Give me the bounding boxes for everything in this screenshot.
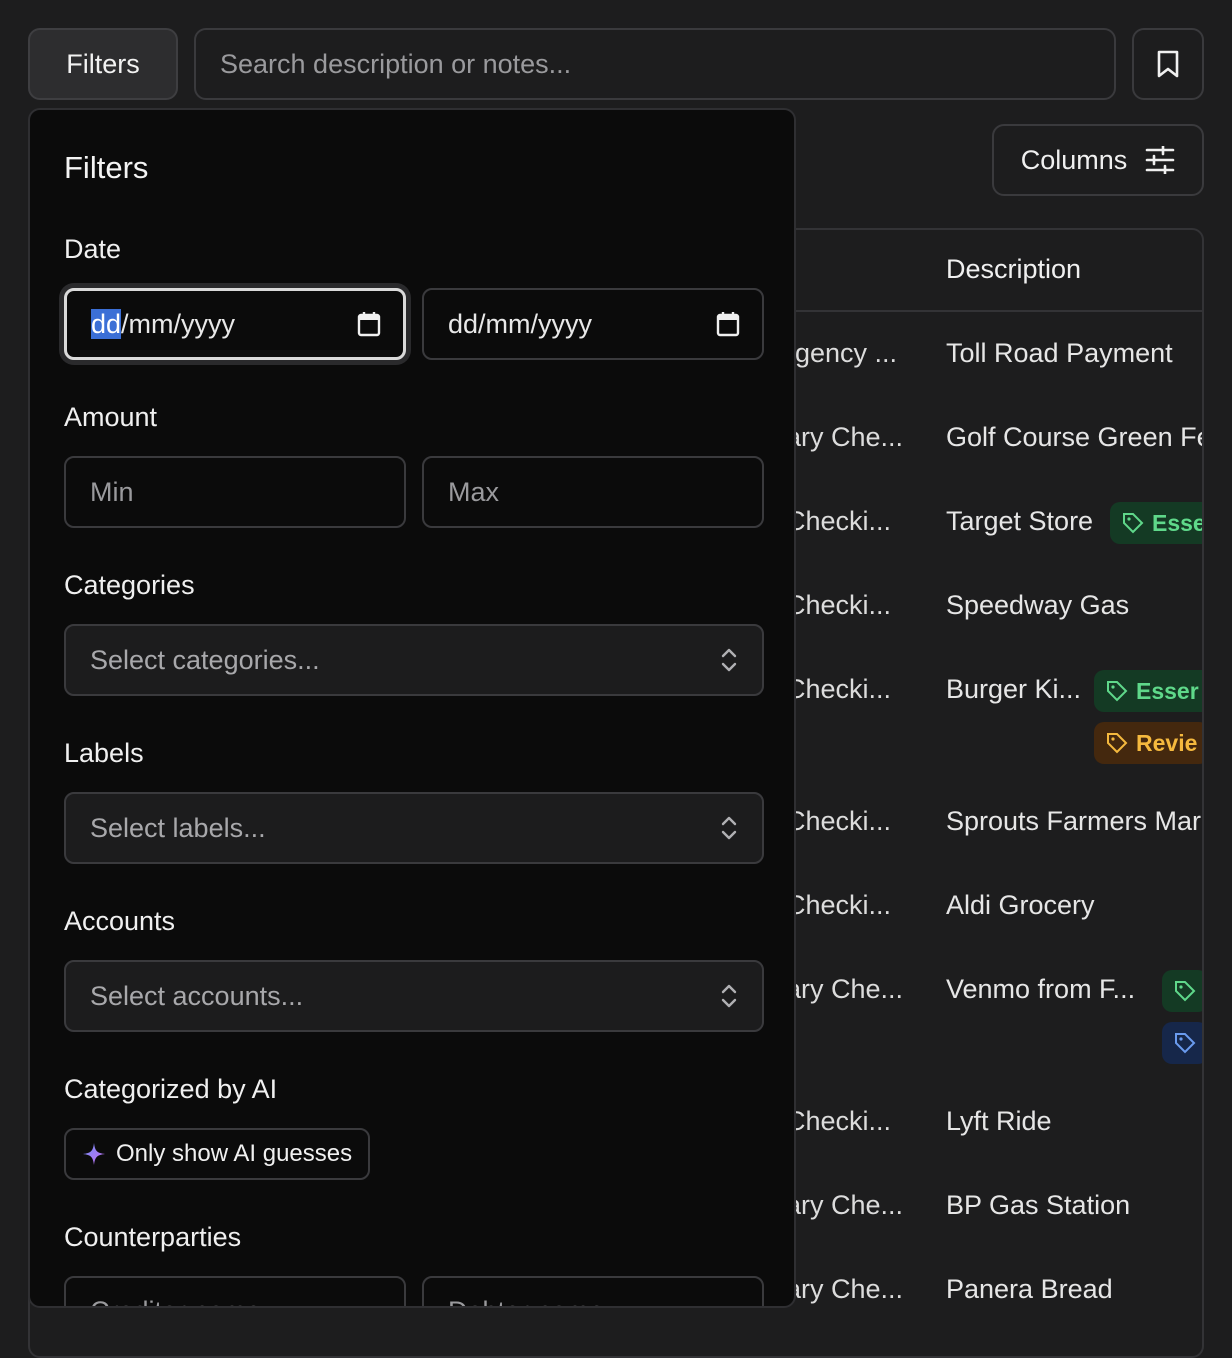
account-cell: ary Che... bbox=[786, 974, 904, 1004]
amount-min-input[interactable]: Min bbox=[64, 456, 406, 528]
columns-label: Columns bbox=[1020, 144, 1128, 175]
tag-icon bbox=[1107, 733, 1128, 754]
ai-guesses-toggle[interactable]: Only show AI guesses bbox=[64, 1128, 371, 1180]
account-cell: Checki... bbox=[786, 806, 892, 836]
description-cell: Panera Bread bbox=[946, 1274, 1113, 1304]
counterparties-label: Counterparties bbox=[64, 1222, 242, 1252]
description-cell: Sprouts Farmers Mar bbox=[946, 806, 1202, 836]
description-cell: BP Gas Station bbox=[946, 1190, 1131, 1220]
creditor-name-input[interactable]: Creditor name bbox=[64, 1276, 406, 1306]
debtor-placeholder: Debtor name bbox=[448, 1296, 604, 1306]
column-header-description[interactable]: Description bbox=[946, 254, 1081, 285]
creditor-placeholder: Creditor name bbox=[90, 1296, 261, 1306]
label-tag[interactable] bbox=[1162, 1022, 1202, 1064]
date-from-value: dd/mm/yyyy bbox=[91, 308, 236, 340]
account-cell: Checki... bbox=[786, 590, 892, 620]
tag-icon bbox=[1175, 1033, 1196, 1054]
account-cell: Checki... bbox=[786, 674, 892, 704]
bookmark-icon bbox=[1157, 50, 1179, 78]
amount-max-placeholder: Max bbox=[448, 476, 500, 507]
label-tag[interactable]: Esser bbox=[1094, 670, 1202, 712]
categories-select[interactable]: Select categories... bbox=[64, 624, 764, 696]
chevron-up-down-icon bbox=[721, 984, 737, 1008]
calendar-icon[interactable] bbox=[357, 311, 381, 337]
amount-min-placeholder: Min bbox=[90, 476, 134, 507]
labels-placeholder: Select labels... bbox=[90, 812, 266, 843]
date-to-input[interactable]: dd/mm/yyyy bbox=[422, 288, 764, 360]
account-cell: ary Che... bbox=[786, 1274, 904, 1304]
ai-label: Categorized by AI bbox=[64, 1074, 278, 1104]
date-from-input[interactable]: dd/mm/yyyy bbox=[64, 288, 406, 360]
categories-label: Categories bbox=[64, 570, 195, 600]
account-cell: ary Che... bbox=[786, 422, 904, 452]
account-cell: Checki... bbox=[786, 890, 892, 920]
search-input[interactable] bbox=[220, 48, 1114, 80]
labels-label: Labels bbox=[64, 738, 144, 768]
label-tag[interactable] bbox=[1162, 970, 1202, 1012]
description-cell: Aldi Grocery bbox=[946, 890, 1095, 920]
bookmark-button[interactable] bbox=[1132, 28, 1204, 100]
label-tag-text: Revie bbox=[1136, 729, 1198, 756]
calendar-icon[interactable] bbox=[716, 311, 740, 337]
description-cell: Speedway Gas bbox=[946, 590, 1130, 620]
sliders-icon bbox=[1145, 146, 1175, 174]
columns-button[interactable]: Columns bbox=[992, 124, 1204, 196]
chevron-up-down-icon bbox=[721, 648, 737, 672]
label-tag[interactable]: Esse bbox=[1110, 502, 1204, 544]
description-cell: Lyft Ride bbox=[946, 1106, 1052, 1136]
accounts-label: Accounts bbox=[64, 906, 176, 936]
label-tag-text: Esse bbox=[1152, 509, 1204, 536]
accounts-placeholder: Select accounts... bbox=[90, 980, 304, 1011]
label-tag[interactable]: Revie bbox=[1094, 722, 1202, 764]
filters-button[interactable]: Filters bbox=[28, 28, 178, 100]
panel-title: Filters bbox=[64, 150, 149, 185]
labels-select[interactable]: Select labels... bbox=[64, 792, 764, 864]
tag-icon bbox=[1175, 981, 1196, 1002]
sparkle-icon bbox=[83, 1143, 105, 1165]
description-cell: Target Store bbox=[946, 506, 1094, 536]
accounts-select[interactable]: Select accounts... bbox=[64, 960, 764, 1032]
account-cell: rgency ... bbox=[786, 338, 898, 368]
date-to-value: dd/mm/yyyy bbox=[448, 308, 593, 339]
debtor-name-input[interactable]: Debtor name bbox=[422, 1276, 764, 1306]
description-cell: Burger Ki... bbox=[946, 674, 1082, 704]
account-cell: Checki... bbox=[786, 506, 892, 536]
amount-max-input[interactable]: Max bbox=[422, 456, 764, 528]
account-cell: Checki... bbox=[786, 1106, 892, 1136]
description-cell: Golf Course Green Fe bbox=[946, 422, 1204, 452]
tag-icon bbox=[1107, 681, 1128, 702]
amount-label: Amount bbox=[64, 402, 158, 432]
account-cell: ary Che... bbox=[786, 1190, 904, 1220]
description-cell: Venmo from F... bbox=[946, 974, 1136, 1004]
description-cell: Toll Road Payment bbox=[946, 338, 1173, 368]
search-box[interactable] bbox=[194, 28, 1116, 100]
date-label: Date bbox=[64, 234, 122, 264]
date-from-day-segment: dd bbox=[91, 308, 122, 339]
filters-panel: Filters Date dd/mm/yyyy dd/mm/yyyy Amoun… bbox=[28, 108, 796, 1308]
tag-icon bbox=[1123, 513, 1144, 534]
chevron-up-down-icon bbox=[721, 816, 737, 840]
label-tag-text: Esser bbox=[1136, 677, 1199, 704]
ai-guesses-label: Only show AI guesses bbox=[116, 1140, 353, 1167]
date-from-rest: /mm/yyyy bbox=[121, 308, 236, 339]
categories-placeholder: Select categories... bbox=[90, 644, 320, 675]
